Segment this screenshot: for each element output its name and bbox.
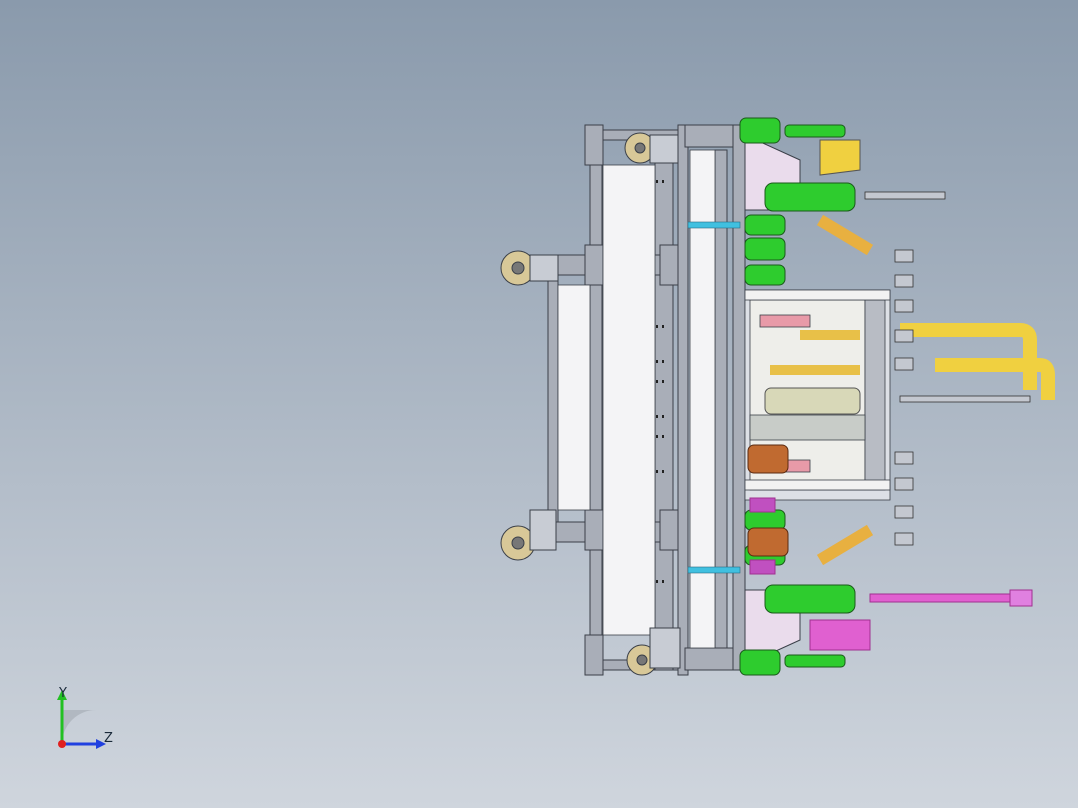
cad-viewport[interactable]: Y Z (0, 0, 1078, 808)
yellow-bracket (819, 139, 861, 176)
upper-rod (864, 191, 946, 200)
triad-graphic (57, 690, 106, 749)
main-cylinder (764, 387, 861, 415)
origin-dot (58, 740, 66, 748)
y-axis-label: Y (59, 686, 67, 701)
z-axis-label: Z (104, 731, 113, 746)
fixture-3d-model[interactable] (0, 0, 1078, 808)
coordinate-triad: Y Z (40, 680, 130, 760)
middle-rod (899, 395, 1031, 403)
